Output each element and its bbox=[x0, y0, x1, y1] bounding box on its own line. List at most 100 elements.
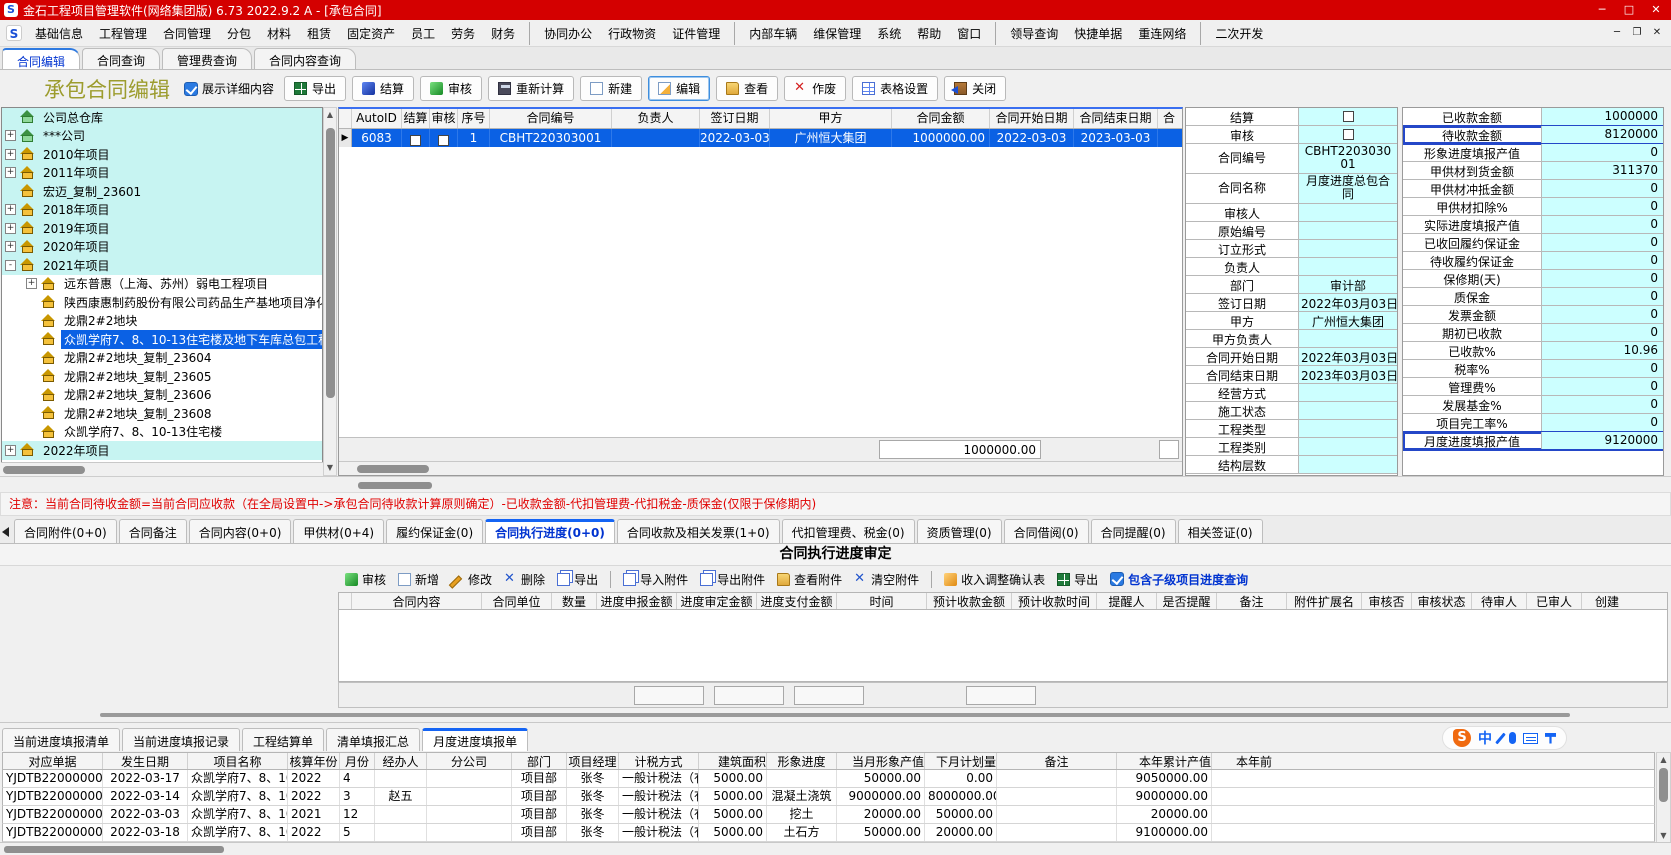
grid-header-cell[interactable]: 时间 bbox=[837, 593, 927, 609]
detail-tab[interactable]: 代扣管理费、税金(0) bbox=[782, 519, 915, 543]
tree-expander-icon[interactable]: + bbox=[5, 130, 16, 141]
form-value-field[interactable]: 0 bbox=[1541, 360, 1663, 377]
grid-header-cell[interactable]: 计税方式 bbox=[619, 753, 699, 769]
toolbar-button[interactable]: 重新计算 bbox=[488, 76, 574, 101]
grid-header-cell[interactable]: 预计收款时间 bbox=[1012, 593, 1097, 609]
grid-header-cell[interactable]: 预计收款金额 bbox=[927, 593, 1012, 609]
tree-item[interactable]: 宏迈_复制_23601 bbox=[2, 182, 322, 201]
grid-header-cell[interactable]: 审核否 bbox=[1362, 593, 1412, 609]
menu-item[interactable]: 固定资产 bbox=[340, 22, 402, 45]
detail-tab[interactable]: 合同借阅(0) bbox=[1004, 519, 1089, 543]
tree-expander-icon[interactable]: + bbox=[5, 223, 16, 234]
scroll-thumb[interactable] bbox=[358, 482, 432, 489]
toolbar-button[interactable]: 查看 bbox=[716, 76, 778, 101]
tree-item[interactable]: 龙鼎2#2地块_复制_23608 bbox=[2, 404, 322, 423]
tree-expander-icon[interactable]: - bbox=[5, 260, 16, 271]
menu-item[interactable]: 员工 bbox=[404, 22, 442, 45]
grid-header-cell[interactable]: 负责人 bbox=[612, 109, 700, 128]
form-value-field[interactable]: 0 bbox=[1541, 324, 1663, 341]
menu-item[interactable]: 帮助 bbox=[910, 22, 948, 45]
table-row[interactable]: YJDTB220000002022-03-03众凯学府7、8、10202112项… bbox=[2, 806, 1655, 824]
grid-header-cell[interactable]: 合 bbox=[1158, 109, 1180, 128]
form-value-field[interactable]: 0 bbox=[1541, 414, 1663, 431]
scroll-up-icon[interactable]: ▲ bbox=[1657, 753, 1670, 766]
grid-header-cell[interactable]: 当月形象产值 bbox=[837, 753, 925, 769]
tree-horizontal-scrollbar[interactable] bbox=[1, 462, 323, 476]
grid-header-cell[interactable]: 附件扩展名 bbox=[1287, 593, 1362, 609]
contract-row-selected[interactable]: ▶ 6083 1 CBHT220303001 2022-03-03 广州恒大集团… bbox=[339, 129, 1182, 147]
form-value-field[interactable] bbox=[1298, 438, 1397, 455]
ime-language-indicator[interactable]: 中 bbox=[1478, 728, 1492, 748]
menu-item[interactable]: 工程管理 bbox=[92, 22, 154, 45]
grid-header-cell[interactable]: 合同结束日期 bbox=[1074, 109, 1158, 128]
section-toolbar-button[interactable]: 查看附件 bbox=[777, 571, 842, 588]
tree-item[interactable]: + 2022年项目 bbox=[2, 441, 322, 460]
grid-header-cell[interactable]: 已审人 bbox=[1527, 593, 1582, 609]
report-tab[interactable]: 工程结算单 bbox=[242, 728, 324, 751]
detail-tab[interactable]: 甲供材(0+4) bbox=[293, 519, 384, 543]
module-tab[interactable]: 合同查询 bbox=[82, 48, 160, 69]
checkbox-unchecked[interactable] bbox=[1343, 129, 1354, 140]
panel-splitter[interactable] bbox=[0, 708, 1671, 722]
grid-header-cell[interactable]: 数量 bbox=[552, 593, 597, 609]
grid-header-cell[interactable]: 结算 bbox=[402, 109, 430, 128]
scroll-thumb[interactable] bbox=[1659, 768, 1668, 802]
table-row[interactable]: YJDTB220000002022-03-14众凯学府7、8、1020223赵五… bbox=[2, 788, 1655, 806]
sogou-logo-icon[interactable]: S bbox=[1453, 729, 1471, 747]
grid-header-cell[interactable]: 合同内容 bbox=[352, 593, 482, 609]
tree-expander-icon[interactable]: + bbox=[5, 149, 16, 160]
menu-item[interactable]: 租赁 bbox=[300, 22, 338, 45]
table-row[interactable]: YJDTB220000002022-03-18众凯学府7、8、1020225项目… bbox=[2, 824, 1655, 842]
form-value-field[interactable] bbox=[1298, 204, 1397, 221]
grid-header-cell[interactable]: 合同单位 bbox=[482, 593, 552, 609]
form-value-field[interactable]: 8120000 bbox=[1541, 126, 1663, 143]
report-tab[interactable]: 月度进度填报单 bbox=[422, 728, 528, 751]
form-value-field[interactable]: 0 bbox=[1541, 180, 1663, 197]
detail-tab[interactable]: 合同收款及相关发票(1+0) bbox=[617, 519, 780, 543]
menu-item[interactable]: 财务 bbox=[484, 22, 522, 45]
toolbar-button[interactable]: 关闭 bbox=[944, 76, 1006, 101]
form-value-field[interactable]: 0 bbox=[1541, 198, 1663, 215]
detail-tab[interactable]: 资质管理(0) bbox=[917, 519, 1002, 543]
form-value-field[interactable] bbox=[1298, 240, 1397, 257]
form-value-field[interactable]: 月度进度总包合同 bbox=[1298, 174, 1397, 203]
module-tab[interactable]: 合同编辑 bbox=[2, 48, 80, 69]
cell-audit-checkbox[interactable] bbox=[430, 129, 458, 147]
section-toolbar-button[interactable]: 删除 bbox=[504, 571, 545, 588]
form-value-field[interactable]: 0 bbox=[1541, 216, 1663, 233]
form-value-field[interactable]: 0 bbox=[1541, 234, 1663, 251]
include-children-toggle[interactable]: 包含子级项目进度查询 bbox=[1110, 571, 1258, 588]
form-value-field[interactable]: 311370 bbox=[1541, 162, 1663, 179]
table-row[interactable]: YJDTB220000002022-03-17众凯学府7、8、1020224项目… bbox=[2, 770, 1655, 788]
menu-item[interactable]: 证件管理 bbox=[665, 22, 727, 45]
grid-header-cell[interactable]: 合同编号 bbox=[490, 109, 612, 128]
tree-expander-icon[interactable]: + bbox=[5, 204, 16, 215]
detail-tab[interactable]: 合同附件(0+0) bbox=[14, 519, 117, 543]
tree-vertical-scrollbar[interactable]: ▲ ▼ bbox=[323, 107, 337, 476]
grid-header-cell[interactable]: AutoID bbox=[352, 109, 402, 128]
section-toolbar-button[interactable]: 导入附件 bbox=[610, 571, 688, 588]
form-value-field[interactable]: 2022年03月03日 bbox=[1298, 294, 1397, 311]
menu-item[interactable]: 系统 bbox=[870, 22, 908, 45]
form-value-field[interactable]: CBHT220303001 bbox=[1298, 144, 1397, 173]
grid-header-cell[interactable]: 签订日期 bbox=[700, 109, 770, 128]
tree-expander-icon[interactable]: + bbox=[26, 278, 37, 289]
ime-pen-icon[interactable] bbox=[1495, 732, 1506, 744]
menu-item[interactable]: 内部车辆 bbox=[742, 22, 804, 45]
form-value-field[interactable]: 0 bbox=[1541, 306, 1663, 323]
menu-item[interactable]: 行政物资 bbox=[601, 22, 663, 45]
report-horizontal-scrollbar[interactable] bbox=[0, 842, 1671, 855]
close-button[interactable]: ✕ bbox=[1645, 2, 1667, 18]
minimize-button[interactable]: ─ bbox=[1591, 2, 1613, 18]
grid-header-cell[interactable]: 合同开始日期 bbox=[990, 109, 1074, 128]
grid-header-cell[interactable]: 核算年份 bbox=[288, 753, 340, 769]
report-vertical-scrollbar[interactable]: ▲ ▼ bbox=[1656, 752, 1671, 843]
grid-header-cell[interactable]: 进度审定金额 bbox=[677, 593, 757, 609]
detail-tab[interactable]: 合同内容(0+0) bbox=[189, 519, 292, 543]
menu-item[interactable]: 协同办公 bbox=[537, 22, 599, 45]
menu-item[interactable]: 领导查询 bbox=[1003, 22, 1065, 45]
form-value-field[interactable]: 审计部 bbox=[1298, 276, 1397, 293]
grid-header-cell[interactable]: 本年累计产值 bbox=[1117, 753, 1212, 769]
form-value-field[interactable]: 0 bbox=[1541, 288, 1663, 305]
grid-header-cell[interactable]: 审核状态 bbox=[1412, 593, 1472, 609]
